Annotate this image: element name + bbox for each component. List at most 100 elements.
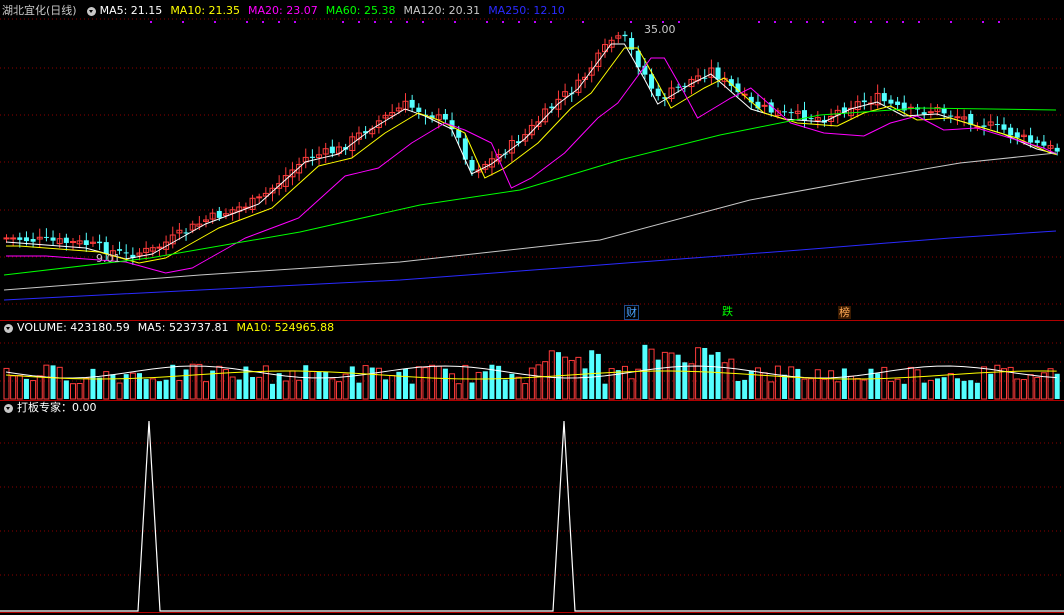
signal-dot <box>774 21 776 23</box>
signal-dot <box>918 21 920 23</box>
candle-up <box>927 111 934 114</box>
signal-dot <box>678 21 680 23</box>
volume-bar-up <box>728 358 735 400</box>
volume-bar-up <box>216 365 223 400</box>
candle-down <box>83 240 89 246</box>
volume-bar-down <box>782 374 788 399</box>
volume-bar-down <box>303 365 309 399</box>
candle-down <box>1034 140 1040 143</box>
candle-down <box>63 237 69 243</box>
ma20-label: MA20: 23.07 <box>248 4 318 17</box>
kline-chart[interactable] <box>0 0 1064 615</box>
volume-bar-up <box>522 383 529 400</box>
volume-bar-up <box>1027 374 1034 400</box>
volume-bar-up <box>568 359 575 400</box>
signal-dot <box>982 21 984 23</box>
candle-down <box>216 210 222 218</box>
volume-bar-up <box>196 363 203 400</box>
ma20-line <box>6 57 1057 274</box>
main-panel-header: 湖北宜化(日线) MA5: 21.15 MA10: 21.35 MA20: 23… <box>2 4 573 18</box>
signal-dot <box>454 21 456 23</box>
candle-down <box>735 83 741 93</box>
finance-event-tag[interactable]: 财 <box>624 305 639 320</box>
volume-bar-up <box>129 372 136 400</box>
volume-bar-up <box>282 380 289 400</box>
volume-bar-down <box>941 377 947 399</box>
signal-dot <box>502 21 504 23</box>
volume-bar-up <box>176 379 183 400</box>
candle-down <box>1041 141 1047 146</box>
candle-up <box>156 246 163 249</box>
candle-down <box>23 237 29 242</box>
volume-label: VOLUME: 423180.59 <box>17 321 130 334</box>
candle-down <box>994 124 1000 126</box>
signal-indicator-dropdown-icon[interactable] <box>4 403 13 413</box>
volume-bar-up <box>947 373 954 400</box>
volume-bar-up <box>16 375 23 400</box>
volume-bar-up <box>1047 368 1054 400</box>
candle-down <box>649 74 655 89</box>
volume-bar-up <box>1001 368 1007 400</box>
volume-bar-up <box>43 364 50 400</box>
candle-down <box>881 93 887 102</box>
candle-down <box>782 111 788 113</box>
signal-dot <box>806 21 808 23</box>
candle-down <box>861 100 867 103</box>
volume-bar-up <box>635 368 642 400</box>
candle-down <box>117 249 123 251</box>
signal-dot <box>534 21 536 23</box>
volume-bar-up <box>70 383 76 400</box>
volume-bar-up <box>222 369 229 400</box>
signal-dot <box>486 21 488 23</box>
volume-bar-down <box>702 347 708 399</box>
volume-bar-up <box>342 373 349 400</box>
signal-dot <box>342 21 344 23</box>
volume-bar-down <box>935 378 940 399</box>
candle-down <box>802 110 807 121</box>
volume-bar-up <box>788 366 795 400</box>
volume-bar-up <box>542 361 549 400</box>
volume-bar-up <box>661 351 668 400</box>
volume-bar-down <box>602 383 608 399</box>
candle-down <box>329 146 335 154</box>
volume-bar-up <box>429 364 436 400</box>
signal-dot <box>886 21 888 23</box>
volume-bar-down <box>349 366 355 399</box>
volume-bar-up <box>848 375 855 400</box>
volume-bar-up <box>695 347 702 400</box>
volume-bar-down <box>250 376 256 399</box>
ranking-event-tag[interactable]: 榜 <box>838 306 851 319</box>
fall-event-tag[interactable]: 跌 <box>721 305 734 318</box>
signal-dot <box>902 21 904 23</box>
candle-down <box>97 241 103 244</box>
volume-bar-down <box>442 368 448 399</box>
volume-bar-down <box>642 344 648 399</box>
volume-bar-down <box>921 382 927 399</box>
volume-bar-down <box>469 382 475 399</box>
candle-down <box>948 115 954 117</box>
volume-bar-up <box>608 368 615 400</box>
volume-bar-down <box>90 368 96 399</box>
signal-dot <box>950 21 952 23</box>
candle-down <box>941 108 947 114</box>
volume-bar-down <box>356 382 362 399</box>
volume-bar-up <box>668 352 675 400</box>
volume-bar-up <box>415 366 422 400</box>
signal-dot <box>550 21 552 23</box>
low-price-label: 9.01 <box>96 252 121 265</box>
volume-bar-down <box>482 371 488 399</box>
volume-bar-up <box>362 365 369 400</box>
volume-bar-down <box>841 368 847 399</box>
volume-bar-down <box>63 380 69 399</box>
candle-down <box>675 86 681 88</box>
volume-bar-down <box>369 367 375 399</box>
ma120-line <box>3 152 1057 291</box>
volume-bar-down <box>582 368 588 399</box>
candle-down <box>309 156 315 158</box>
volume-indicator-dropdown-icon[interactable] <box>4 323 13 333</box>
volume-bar-down <box>974 382 980 399</box>
main-indicator-dropdown-icon[interactable] <box>86 6 96 16</box>
volume-bar-up <box>828 370 835 400</box>
volume-bar-down <box>589 350 595 399</box>
candle-down <box>788 112 794 114</box>
